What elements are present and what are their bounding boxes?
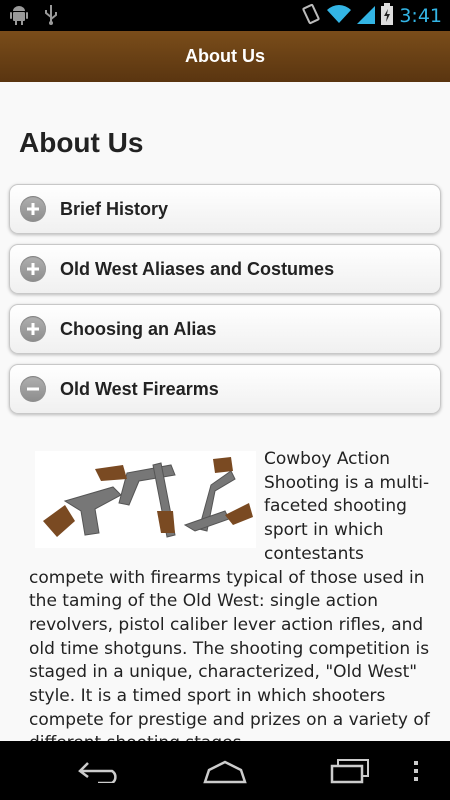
- menu-icon[interactable]: [396, 751, 436, 791]
- android-debug-icon: [10, 5, 28, 29]
- app-header: About Us: [0, 31, 450, 82]
- accordion-item-choosing-alias[interactable]: Choosing an Alias: [9, 304, 441, 354]
- plus-icon: [20, 196, 46, 222]
- page-title: About Us: [19, 127, 144, 158]
- accordion-item-old-west-firearms[interactable]: Old West Firearms: [9, 364, 441, 414]
- signal-icon: [357, 4, 376, 28]
- clock: 3:41: [399, 5, 442, 27]
- plus-icon: [20, 256, 46, 282]
- accordion: Brief History Old West Aliases and Costu…: [9, 184, 441, 424]
- header-title: About Us: [185, 46, 265, 66]
- usb-icon: [44, 5, 58, 29]
- vibrate-icon: [301, 3, 321, 29]
- accordion-item-brief-history[interactable]: Brief History: [9, 184, 441, 234]
- accordion-item-aliases-costumes[interactable]: Old West Aliases and Costumes: [9, 244, 441, 294]
- firearms-article: Cowboy Action Shooting is a multi-facete…: [29, 448, 433, 741]
- recent-apps-icon[interactable]: [320, 751, 380, 791]
- content-area[interactable]: About Us Brief History Old West Aliases …: [0, 82, 450, 741]
- accordion-label: Brief History: [60, 198, 169, 219]
- wifi-icon: [327, 4, 352, 28]
- accordion-label: Old West Firearms: [60, 378, 219, 399]
- battery-icon: [381, 3, 394, 29]
- minus-icon: [20, 376, 46, 402]
- plus-icon: [20, 316, 46, 342]
- accordion-label: Choosing an Alias: [60, 318, 217, 339]
- status-bar: 3:41: [0, 0, 450, 31]
- back-icon[interactable]: [70, 751, 130, 791]
- accordion-label: Old West Aliases and Costumes: [60, 258, 335, 279]
- navigation-bar: [0, 741, 450, 800]
- revolvers-image: [35, 451, 256, 548]
- home-icon[interactable]: [195, 751, 255, 791]
